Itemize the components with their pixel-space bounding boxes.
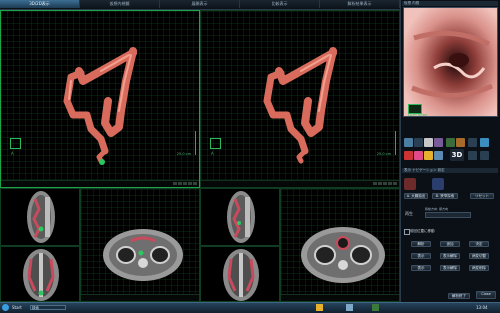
play-label: 再生 — [405, 211, 413, 216]
viewport-3d-left[interactable]: A 25.0 cm — [0, 10, 200, 188]
grid-button-5[interactable]: 表示解除 — [440, 253, 460, 259]
taskbar-app-icon[interactable] — [372, 304, 379, 311]
tab-unfold[interactable]: 展開表示 — [160, 0, 240, 8]
ct-coronal-image — [223, 249, 259, 301]
tab-3d2d[interactable]: 3D/2D表示 — [0, 0, 80, 8]
finish-analysis-button[interactable]: 解析終了 — [448, 293, 470, 299]
tool-button[interactable] — [393, 182, 397, 185]
ct-coronal-image — [23, 249, 59, 301]
tool-button[interactable] — [183, 182, 187, 185]
ct-axial-image — [301, 227, 385, 283]
tool-button[interactable] — [373, 182, 377, 185]
viewport-coronal-right[interactable] — [200, 246, 280, 302]
orientation-cube — [210, 138, 221, 149]
view-tab-bar: 3D/2D表示 仮想内視鏡 展開表示 比較表示 解析結果表示 — [0, 0, 400, 10]
stenosis-search-button[interactable]: B. 狭窄探索 — [432, 193, 458, 199]
mode-icon[interactable] — [424, 138, 433, 147]
mode-icon[interactable] — [468, 138, 477, 147]
taskbar-app-icon[interactable] — [316, 304, 323, 311]
nav-section-header: 表示 ナビゲーション 設定 — [402, 168, 498, 173]
mode-icon[interactable] — [480, 138, 489, 147]
tool-button[interactable] — [188, 182, 192, 185]
tab-endoscope[interactable]: 仮想内視鏡 — [80, 0, 160, 8]
tool-icon[interactable] — [404, 151, 413, 160]
endoscope-view[interactable]: LIGHT MODE — [403, 7, 498, 117]
viewport-sagittal-right[interactable] — [200, 188, 280, 246]
colon-3d-render — [63, 47, 137, 165]
speed-label: 移動方向: 順方向 — [425, 207, 448, 211]
os-taskbar: Start 検索 13:04 — [0, 302, 500, 313]
viewport-toolbar — [201, 180, 399, 187]
scale-bar — [191, 131, 196, 155]
tool-button[interactable] — [378, 182, 382, 185]
tool-button[interactable] — [388, 182, 392, 185]
viewport-coronal-left[interactable] — [0, 246, 80, 302]
endoscope-title: 仮想 内視 — [402, 1, 498, 6]
tool-button[interactable] — [193, 182, 197, 185]
scale-bar — [391, 131, 396, 155]
scale-label: 25.0 cm — [176, 152, 191, 156]
grid-button-3[interactable]: 決定 — [469, 241, 489, 247]
search-icon — [432, 178, 444, 190]
tool-icon[interactable] — [434, 151, 443, 160]
ct-axial-image — [103, 229, 183, 281]
tab-results[interactable]: 解析結果表示 — [320, 0, 400, 8]
system-tray-clock: 13:04 — [476, 305, 488, 310]
reset-button[interactable]: リセット — [470, 193, 494, 199]
mode-icon[interactable] — [446, 138, 455, 147]
ct-sagittal-image — [27, 191, 55, 243]
viewport-toolbar — [1, 180, 199, 187]
tool-button[interactable] — [173, 182, 177, 185]
viewport-toolbar — [281, 294, 399, 301]
tool-icon[interactable] — [414, 151, 423, 160]
grid-button-1[interactable]: 解析 — [411, 241, 431, 247]
colon-extract-button[interactable]: A. 大腸抽出 — [404, 193, 428, 199]
icon-toolbar: 3D — [402, 136, 498, 166]
tool-icon[interactable] — [468, 151, 477, 160]
mode-icon[interactable] — [456, 138, 465, 147]
ct-sagittal-image — [227, 191, 255, 243]
mode-icon[interactable] — [404, 138, 413, 147]
start-button[interactable] — [2, 304, 9, 311]
extract-icon — [404, 178, 416, 190]
grid-button-6[interactable]: 病変切替 — [469, 253, 489, 259]
light-mode-label: LIGHT MODE — [408, 113, 428, 117]
taskbar-app-icon[interactable] — [346, 304, 353, 311]
tool-icon[interactable] — [480, 151, 489, 160]
taskbar-search-input[interactable]: 検索 — [30, 305, 66, 310]
grid-button-2[interactable]: 追加 — [440, 241, 460, 247]
speed-slider[interactable] — [425, 212, 471, 218]
viewport-3d-right[interactable]: A 25.0 cm — [200, 10, 400, 188]
tool-button[interactable] — [178, 182, 182, 185]
orientation-cube — [10, 138, 21, 149]
viewport-toolbar — [81, 294, 199, 301]
orientation-label: A — [11, 151, 14, 156]
tool-icon[interactable] — [424, 151, 433, 160]
option-checkbox-label: 前回位置に移動 — [410, 229, 435, 233]
grid-button-8[interactable]: 表示解除 — [440, 265, 460, 271]
mode-icon[interactable] — [414, 138, 423, 147]
orientation-label: A — [211, 151, 214, 156]
viewport-sagittal-left[interactable] — [0, 188, 80, 246]
endoscope-render — [404, 8, 497, 116]
grid-button-4[interactable]: 表示 — [411, 253, 431, 259]
grid-button-7[interactable]: 表示 — [411, 265, 431, 271]
close-button[interactable]: Close — [476, 291, 496, 299]
tool-button[interactable] — [383, 182, 387, 185]
scale-label: 25.0 cm — [376, 152, 391, 156]
colon-3d-render — [263, 47, 337, 164]
view-3d-icon[interactable]: 3D — [450, 149, 464, 161]
tab-compare[interactable]: 比較表示 — [240, 0, 320, 8]
start-label: Start — [12, 305, 22, 310]
viewport-axial-left[interactable] — [80, 188, 200, 302]
mode-icon[interactable] — [434, 138, 443, 147]
grid-button-9[interactable]: 病変削除 — [469, 265, 489, 271]
viewport-axial-right[interactable] — [280, 188, 400, 302]
